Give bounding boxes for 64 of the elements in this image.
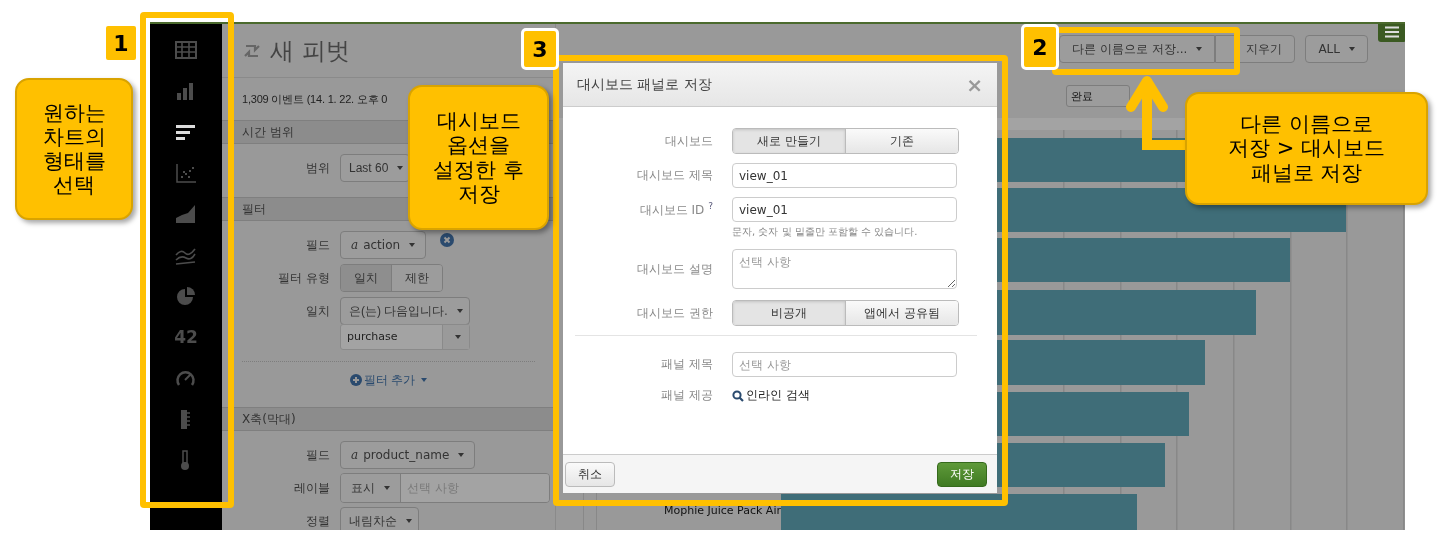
field-label: 정렬 <box>305 512 330 530</box>
dropdown-button[interactable]: 내림차순 <box>340 507 419 530</box>
field-label: 레이블 <box>293 479 330 497</box>
plus-icon <box>349 374 362 386</box>
field-label: 범위 <box>305 159 330 177</box>
pie-chart-icon[interactable] <box>175 286 197 306</box>
segment-button[interactable]: 기존 <box>846 129 958 153</box>
remove-icon[interactable] <box>440 233 455 247</box>
callout: 다른 이름으로 저장 > 대시보드 패널로 저장 <box>1185 92 1428 205</box>
scatter-chart-icon[interactable] <box>175 163 197 183</box>
event-count: 1,309 이벤트 (14. 1. 22. 오후 0 <box>242 91 388 107</box>
dropdown-button[interactable]: 은(는) 다음입니다. <box>340 297 470 325</box>
field-label: 대시보드 제목 <box>637 168 713 182</box>
area-chart-icon[interactable] <box>175 204 197 224</box>
segment-button[interactable]: 새로 만들기 <box>733 129 846 153</box>
callout: 대시보드 옵션을 설정한 후 저장 <box>408 85 549 230</box>
step-badge: 2 <box>1021 24 1059 70</box>
help-link[interactable]: ? <box>708 200 713 211</box>
close-button[interactable]: × <box>966 72 983 97</box>
field-label: 대시보드 <box>665 133 713 148</box>
field-label: 대시보드 ID <box>639 202 705 217</box>
segment-button[interactable]: 비공개 <box>733 301 846 325</box>
field-dropdown[interactable]: a product_name <box>340 441 476 469</box>
text-field[interactable]: view_01 <box>732 197 957 222</box>
dropdown-button[interactable]: 다른 이름으로 저장... <box>1059 35 1216 63</box>
pivot-icon <box>244 42 260 59</box>
add-filter-link[interactable]: 필터 추가 <box>349 371 428 389</box>
menu-button[interactable] <box>1378 24 1405 42</box>
text-field[interactable]: view_01 <box>732 163 957 188</box>
step-badge: 1 <box>103 23 139 63</box>
help-text: 문자, 숫자 및 밑줄만 포함할 수 있습니다. <box>732 225 918 239</box>
gauge-icon[interactable] <box>175 368 197 388</box>
field-label: 필드 <box>305 236 330 254</box>
field-label: 대시보드 권한 <box>637 305 713 320</box>
field-label: 필터 유형 <box>277 269 330 287</box>
field-label: 일치 <box>305 302 330 320</box>
dialog-title: 대시보드 패널로 저장 <box>577 75 712 94</box>
field-label: 패널 제공 <box>661 388 713 402</box>
chart-row-label: Mophie Juice Pack Air <box>664 504 781 517</box>
inline-search-link[interactable]: 인라인 검색 <box>732 387 810 404</box>
status-field[interactable]: 완료 <box>1066 85 1130 107</box>
description-field[interactable]: 선택 사항 <box>732 249 957 289</box>
single-value-item[interactable]: 42 <box>174 327 198 347</box>
callout: 원하는 차트의 형태를 선택 <box>15 78 133 220</box>
save-button[interactable]: 저장 <box>937 461 987 487</box>
search-icon <box>732 389 744 402</box>
step-badge: 3 <box>521 28 559 70</box>
dropdown-button[interactable]: Last 60 <box>340 154 411 182</box>
field-label: 필드 <box>305 446 330 464</box>
combo-field[interactable]: purchase <box>340 324 470 350</box>
field-label: 패널 제목 <box>661 357 713 371</box>
segment-button[interactable]: 앱에서 공유됨 <box>846 301 958 325</box>
cancel-button[interactable]: 취소 <box>565 461 615 487</box>
field-label: 대시보드 설명 <box>637 261 713 276</box>
segment-button[interactable]: 일치 <box>341 265 392 291</box>
text-field[interactable]: 선택 사항 <box>732 352 957 377</box>
bar-chart-icon[interactable] <box>175 122 197 142</box>
table-icon[interactable] <box>175 40 197 60</box>
pivot-title: 새 피벗 <box>270 35 350 67</box>
section-header: X축(막대) <box>222 407 555 431</box>
dropdown-button[interactable]: ALL <box>1305 35 1368 63</box>
field-dropdown[interactable]: a action <box>340 231 427 259</box>
menu-icon <box>1385 26 1399 38</box>
clear-button[interactable]: 지우기 <box>1215 35 1296 63</box>
